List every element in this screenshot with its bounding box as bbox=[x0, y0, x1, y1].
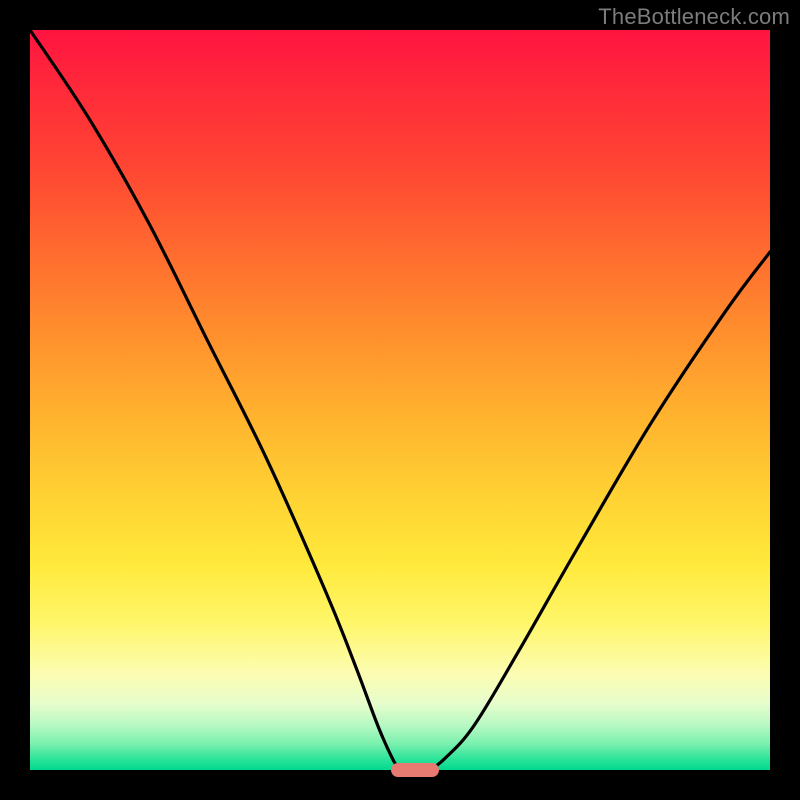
plot-area bbox=[30, 30, 770, 770]
watermark-text: TheBottleneck.com bbox=[598, 4, 790, 30]
bottleneck-marker bbox=[391, 763, 439, 777]
chart-stage: TheBottleneck.com bbox=[0, 0, 800, 800]
bottleneck-curve bbox=[30, 30, 770, 770]
